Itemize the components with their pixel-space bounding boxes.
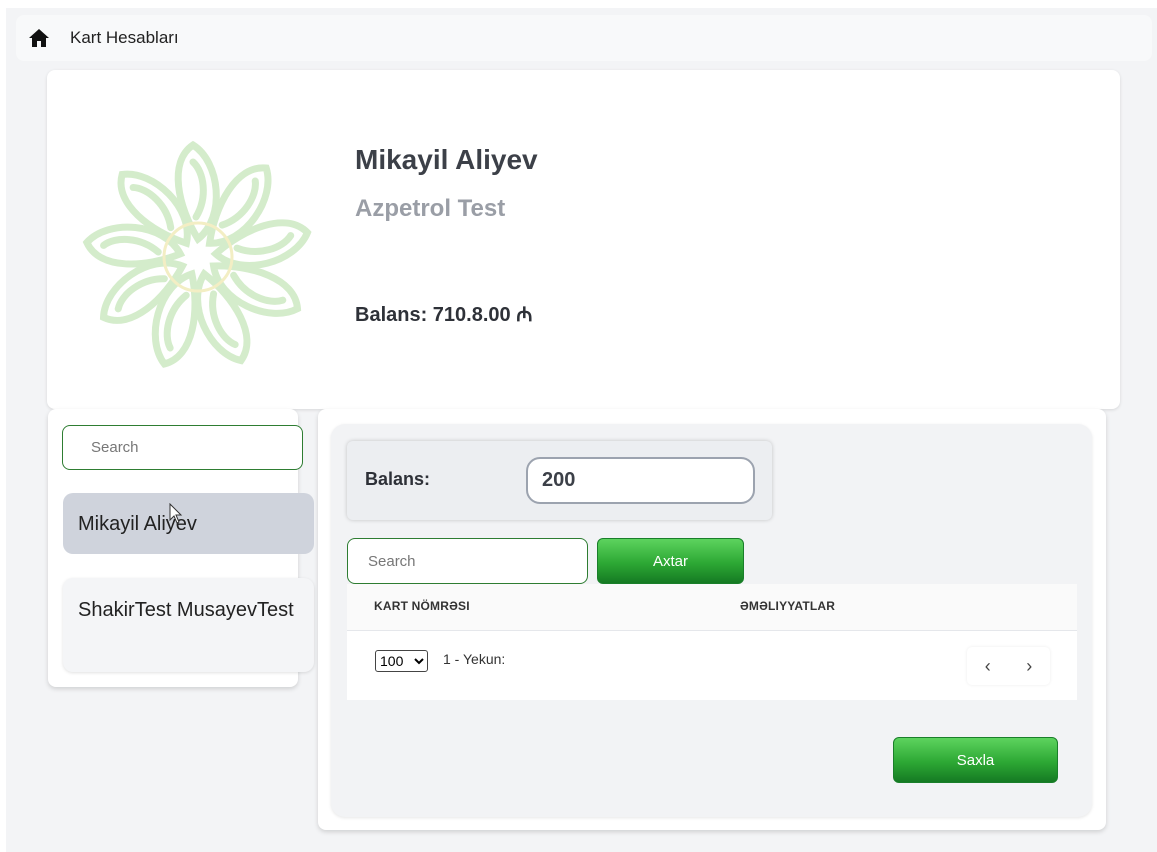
home-icon[interactable] <box>28 28 50 48</box>
profile-company: Azpetrol Test <box>355 195 506 222</box>
table-header: KART NÖMRƏSI ƏMƏLIYYATLAR <box>347 584 1077 631</box>
pagination-controls: ‹ › <box>967 647 1050 685</box>
card-search-input[interactable] <box>347 538 588 584</box>
user-list-item[interactable]: Mikayil Aliyev <box>63 493 314 554</box>
profile-balance: Balans: 710.8.00 ₼ <box>355 304 533 326</box>
profile-card: Mikayil Aliyev Azpetrol Test Balans: 710… <box>47 70 1120 409</box>
breadcrumb: Kart Hesabları <box>16 15 1152 61</box>
balance-input[interactable] <box>526 457 755 504</box>
page-title: Kart Hesabları <box>70 28 179 47</box>
save-button[interactable]: Saxla <box>893 737 1058 783</box>
column-header-card-number[interactable]: KART NÖMRƏSI <box>374 599 470 613</box>
search-button[interactable]: Axtar <box>597 538 744 584</box>
company-logo <box>78 133 318 381</box>
cards-table: KART NÖMRƏSI ƏMƏLIYYATLAR 100 1 - Yekun:… <box>347 584 1077 700</box>
profile-name: Mikayil Aliyev <box>355 144 538 175</box>
per-page-select[interactable]: 100 <box>375 650 428 672</box>
balance-label: Balans: <box>365 469 431 489</box>
mouse-cursor-icon <box>169 502 183 525</box>
chevron-left-icon[interactable]: ‹ <box>977 656 999 677</box>
chevron-right-icon[interactable]: › <box>1018 656 1040 677</box>
column-header-operations[interactable]: ƏMƏLIYYATLAR <box>740 599 835 613</box>
user-list-item[interactable]: ShakirTest MusayevTest <box>63 578 314 672</box>
pagination-info: 1 - Yekun: <box>443 651 506 667</box>
user-search-input[interactable] <box>62 425 303 470</box>
